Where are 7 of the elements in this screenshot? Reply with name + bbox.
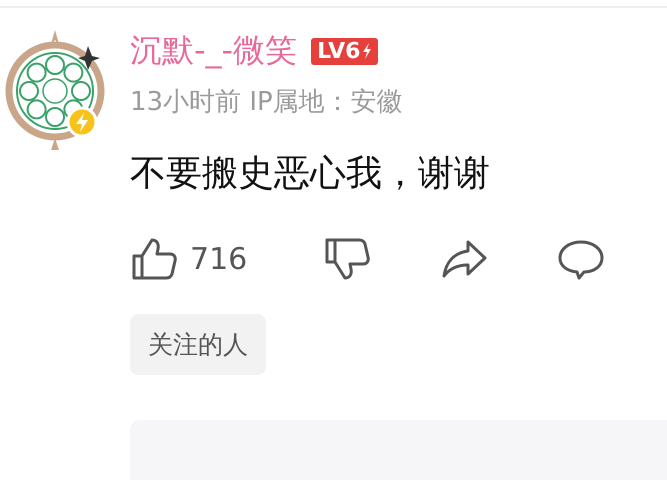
tag-chip[interactable]: 关注的人 <box>130 314 266 375</box>
thumbs-up-icon[interactable] <box>130 236 178 282</box>
level-badge: LV6 <box>311 38 378 64</box>
comment-text: 不要搬史恶心我，谢谢 <box>130 152 491 196</box>
comment-meta: 13小时前 IP属地：安徽 <box>130 86 404 119</box>
like-count: 716 <box>190 242 248 276</box>
thumbs-down-icon[interactable] <box>323 236 371 282</box>
